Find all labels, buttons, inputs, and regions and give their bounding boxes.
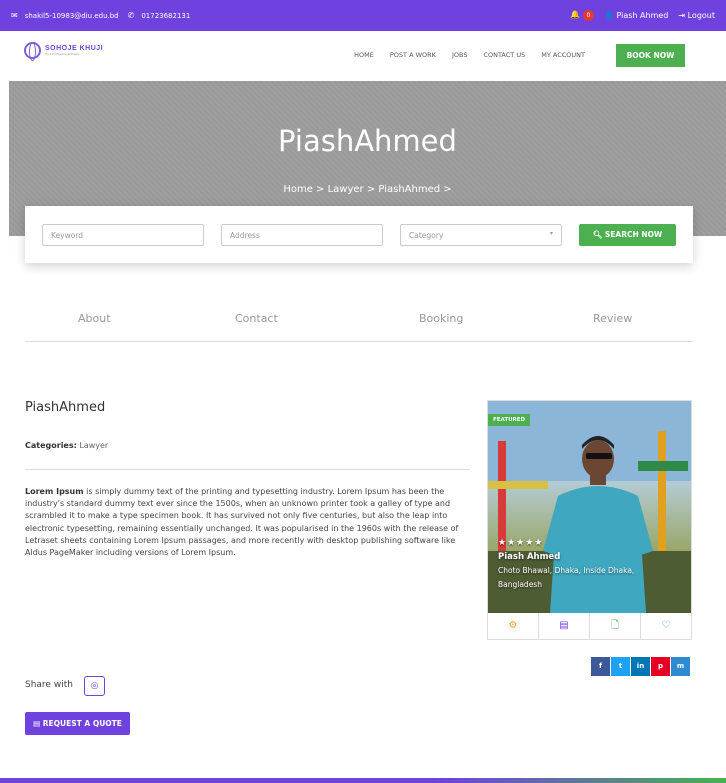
- nav-menu: HOME POST A WORK JOBS CONTACT US MY ACCO…: [354, 51, 585, 59]
- tab-booking[interactable]: Booking: [419, 312, 463, 325]
- user-name: Piash Ahmed: [616, 11, 669, 20]
- logout-link[interactable]: ⇥ Logout: [678, 11, 715, 20]
- profile-tabs: About Contact Booking Review: [25, 304, 693, 342]
- site-logo[interactable]: SOHOJE KHUJI Find Professional Easily: [24, 42, 104, 61]
- tab-review[interactable]: Review: [593, 312, 632, 325]
- address-input[interactable]: Address: [221, 224, 383, 246]
- page-title: PiashAhmed: [278, 124, 457, 158]
- user-menu[interactable]: 👤 Piash Ahmed: [604, 11, 668, 20]
- linkedin-icon[interactable]: in: [631, 657, 650, 676]
- bell-icon: 🔔: [569, 10, 580, 19]
- footer-bar: [0, 778, 726, 783]
- nav-post-a-work[interactable]: POST A WORK: [390, 51, 436, 59]
- document-icon: ▤: [33, 719, 43, 728]
- rating-stars: ★★★★★: [498, 538, 544, 548]
- contact-email: shakil5-10983@diu.edu.bd: [24, 11, 119, 20]
- profile-description: Lorem Ipsum is simply dummy text of the …: [25, 486, 470, 559]
- document-icon[interactable]: 🗋: [590, 613, 641, 639]
- instagram-icon[interactable]: ◎: [84, 676, 105, 696]
- featured-badge: FEATURED: [488, 414, 531, 426]
- card-name: Piash Ahmed: [498, 552, 561, 562]
- mail-icon: ✉: [11, 11, 18, 20]
- category-select[interactable]: Category ▾: [400, 224, 562, 246]
- book-now-button[interactable]: BOOK NOW: [616, 44, 685, 67]
- nav-home[interactable]: HOME: [354, 51, 374, 59]
- search-button-label: SEARCH NOW: [604, 230, 663, 239]
- request-quote-button[interactable]: ▤ REQUEST A QUOTE: [25, 712, 130, 735]
- nav-contact-us[interactable]: CONTACT US: [483, 51, 525, 59]
- nav-my-account[interactable]: MY ACCOUNT: [541, 51, 585, 59]
- request-quote-label: REQUEST A QUOTE: [42, 719, 122, 728]
- search-icon: 🔍︎: [592, 230, 605, 239]
- twitter-icon[interactable]: t: [611, 657, 630, 676]
- top-bar: ✉ shakil5-10983@diu.edu.bd ✆ 01723682131…: [0, 0, 726, 31]
- card-actions: ⚙ ▤ 🗋 ♡: [488, 613, 691, 639]
- description-lead: Lorem Ipsum: [25, 487, 84, 496]
- chat-icon[interactable]: ▤: [539, 613, 590, 639]
- category-placeholder: Category: [409, 231, 444, 240]
- logout-icon: ⇥: [678, 11, 686, 20]
- notification-button[interactable]: 🔔 0: [570, 10, 594, 21]
- logout-label: Logout: [687, 11, 715, 20]
- divider: [25, 469, 470, 470]
- card-info: ★★★★★ Piash Ahmed Choto Bhawal, Dhaka, I…: [498, 536, 658, 592]
- user-icon: 👤: [603, 11, 614, 20]
- phone-icon: ✆: [127, 11, 135, 20]
- brand-name: SOHOJE KHUJI: [45, 45, 104, 52]
- brand-tagline: Find Professional Easily: [45, 52, 80, 56]
- notification-badge: 0: [582, 10, 594, 21]
- facebook-icon[interactable]: f: [591, 657, 610, 676]
- heart-icon[interactable]: ♡: [641, 613, 691, 639]
- breadcrumb[interactable]: Home > Lawyer > PiashAhmed >: [9, 184, 726, 195]
- profile-name: PiashAhmed: [25, 400, 106, 415]
- contact-phone: 01723682131: [141, 11, 191, 20]
- keyword-input[interactable]: Keyword: [42, 224, 204, 246]
- social-share: f t in p m: [591, 657, 690, 676]
- profile-photo: FEATURED ★★★★★ Piash Ahmed Choto Bhawal,…: [488, 401, 691, 613]
- categories-label: Categories:: [25, 441, 77, 450]
- card-location: Choto Bhawal, Dhaka, Inside Dhaka, Bangl…: [498, 566, 635, 589]
- chevron-down-icon: ▾: [549, 230, 553, 237]
- share-label: Share with: [25, 680, 73, 690]
- search-button[interactable]: 🔍︎ SEARCH NOW: [579, 224, 676, 246]
- profile-card[interactable]: FEATURED ★★★★★ Piash Ahmed Choto Bhawal,…: [487, 400, 692, 640]
- search-panel: Keyword Address Category ▾ 🔍︎ SEARCH NOW: [25, 206, 693, 263]
- profile-categories: Categories: Lawyer: [25, 441, 108, 450]
- nav-jobs[interactable]: JOBS: [452, 51, 468, 59]
- globe-icon: [24, 42, 41, 61]
- tab-contact[interactable]: Contact: [235, 312, 278, 325]
- messenger-icon[interactable]: m: [671, 657, 690, 676]
- pinterest-icon[interactable]: p: [651, 657, 670, 676]
- category-value[interactable]: Lawyer: [79, 441, 108, 450]
- description-body: is simply dummy text of the printing and…: [25, 487, 459, 558]
- tab-about[interactable]: About: [78, 312, 111, 325]
- gear-icon[interactable]: ⚙: [488, 613, 539, 639]
